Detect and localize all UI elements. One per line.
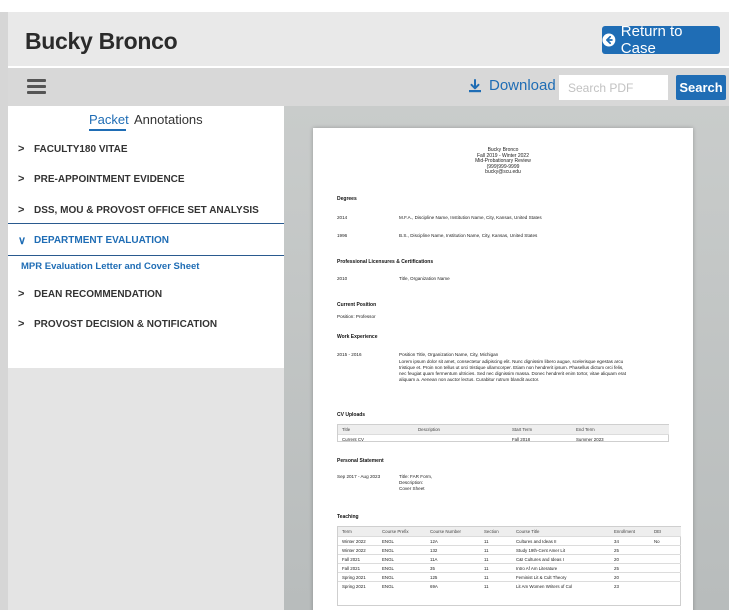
pdf-statement-line: Title: FAR Form,: [399, 474, 433, 479]
return-to-case-label: Return to Case: [620, 23, 683, 57]
sidebar-tabs: Packet Annotations: [8, 106, 284, 134]
section-label: DSS, MOU & PROVOST OFFICE SET ANALYSIS: [34, 204, 259, 216]
download-label: Download: [489, 77, 556, 94]
pdf-cv-heading: CV Uploads: [337, 412, 366, 418]
tab-annotations[interactable]: Annotations: [134, 112, 203, 127]
section-dss-mou-provost[interactable]: > DSS, MOU & PROVOST OFFICE SET ANALYSIS: [8, 195, 284, 225]
table-row: Fall 2021 ENGL 11A 11 C&I Cultures and I…: [338, 554, 681, 563]
window-top-strip: [0, 0, 729, 12]
section-faculty180-vitae[interactable]: > FACULTY180 VITAE: [8, 134, 284, 164]
pdf-toolbar: Download Search: [8, 68, 729, 106]
pdf-cv-table: Title Description Start Term End Term Cu…: [337, 424, 669, 442]
section-provost-decision[interactable]: > PROVOST DECISION & NOTIFICATION: [8, 309, 284, 339]
table-header-row: Title Description Start Term End Term: [338, 425, 669, 434]
download-icon: [469, 78, 481, 92]
page-header: Bucky Bronco Return to Case: [8, 12, 729, 66]
pdf-work-desc: Lorem ipsum dolor sit amet, consectetur …: [399, 359, 624, 364]
pdf-current-position-heading: Current Position: [337, 302, 377, 308]
chevron-right-icon: >: [18, 143, 25, 155]
section-label: PRE-APPOINTMENT EVIDENCE: [34, 173, 185, 185]
packet-sidebar: Packet Annotations > FACULTY180 VITAE > …: [8, 106, 284, 610]
pdf-statement-dates: Sep 2017 - Aug 2023: [337, 474, 381, 479]
section-dean-recommendation[interactable]: > DEAN RECOMMENDATION: [8, 279, 284, 309]
pdf-statement-line: Cover Sheet: [399, 486, 425, 491]
pdf-statement-line: Description:: [399, 480, 424, 485]
pdf-work-heading: Work Experience: [337, 334, 378, 340]
pdf-work-desc: nec feugiat quam fermentum ultricies. Se…: [399, 371, 626, 376]
table-row: Fall 2021 ENGL 35 11 Intro Af Am Literat…: [338, 563, 681, 572]
table-row: Spring 2021 ENGL 125 11 Feminist Lit & C…: [338, 572, 681, 581]
pdf-licensure-text: Title, Organization Name: [399, 276, 450, 281]
pdf-teaching-heading: Teaching: [337, 514, 359, 520]
page-title: Bucky Bronco: [25, 28, 178, 54]
chevron-right-icon: >: [18, 173, 25, 185]
pdf-degree-year: 2014: [337, 215, 348, 220]
chevron-right-icon: >: [18, 204, 25, 216]
chevron-down-icon: ∨: [18, 234, 27, 247]
chevron-right-icon: >: [18, 318, 25, 330]
tab-active-indicator: [89, 129, 126, 131]
chevron-right-icon: >: [18, 288, 25, 300]
pdf-licensure-year: 2010: [337, 276, 348, 281]
pdf-page: Bucky Bronco Fall 2019 - Winter 2022 Mid…: [313, 128, 693, 610]
return-to-case-button[interactable]: Return to Case: [602, 23, 720, 57]
section-label: DEAN RECOMMENDATION: [34, 288, 163, 300]
search-pdf-input[interactable]: [559, 75, 668, 100]
sidebar-empty-area: [8, 368, 284, 610]
pdf-header-block: Bucky Bronco Fall 2019 - Winter 2022 Mid…: [313, 147, 693, 176]
document-mpr-evaluation-letter[interactable]: MPR Evaluation Letter and Cover Sheet: [8, 256, 284, 276]
section-divider: [8, 223, 284, 224]
table-row: Spring 2021 ENGL 69A 11 Lit Am Women Wri…: [338, 581, 681, 590]
table-row: Winter 2022 ENGL 132 11 Study 19th-Cent …: [338, 545, 681, 554]
pdf-degrees-heading: Degrees: [337, 196, 357, 202]
pdf-work-desc: tristique et. Proin non tellus ut orci t…: [399, 365, 624, 370]
section-pre-appointment-evidence[interactable]: > PRE-APPOINTMENT EVIDENCE: [8, 164, 284, 194]
pdf-licensures-heading: Professional Licensures & Certifications: [337, 259, 434, 265]
pdf-statement-heading: Personal Statement: [337, 458, 384, 464]
table-row: Current CV Fall 2018 Summer 2023: [338, 434, 669, 443]
pdf-current-position: Position: Professor: [337, 314, 376, 319]
pdf-degree-year: 1996: [337, 233, 348, 238]
tab-packet[interactable]: Packet: [89, 112, 129, 127]
pdf-email: bucky@scu.edu: [485, 169, 521, 176]
section-label: PROVOST DECISION & NOTIFICATION: [34, 318, 218, 330]
section-department-evaluation[interactable]: ∨ DEPARTMENT EVALUATION: [8, 225, 284, 255]
section-label: DEPARTMENT EVALUATION: [34, 234, 169, 246]
hamburger-menu-icon[interactable]: [27, 79, 46, 94]
table-header-row: Term Course Prefix Course Number Section…: [338, 527, 681, 536]
section-label: FACULTY180 VITAE: [34, 143, 128, 155]
pdf-work-title: Position Title, Organization Name, City,…: [399, 352, 499, 357]
pdf-work-desc: aliquam a. Aenean non auctor lectus. Cur…: [399, 377, 540, 382]
window-left-strip: [0, 12, 8, 610]
arrow-left-circle-icon: [602, 33, 616, 47]
pdf-work-years: 2015 - 2016: [337, 352, 362, 357]
table-row: Winter 2022 ENGL 12A 11 Cultures and Ide…: [338, 536, 681, 545]
pdf-degree-text: B.S., Discipline Name, Institution Name,…: [399, 233, 538, 238]
pdf-degree-text: M.F.A., Discipline Name, Institution Nam…: [399, 215, 542, 220]
pdf-viewer[interactable]: Bucky Bronco Fall 2019 - Winter 2022 Mid…: [284, 106, 729, 610]
pdf-teaching-table: Term Course Prefix Course Number Section…: [337, 526, 681, 606]
search-button[interactable]: Search: [676, 75, 726, 100]
download-button[interactable]: Download: [468, 77, 556, 94]
